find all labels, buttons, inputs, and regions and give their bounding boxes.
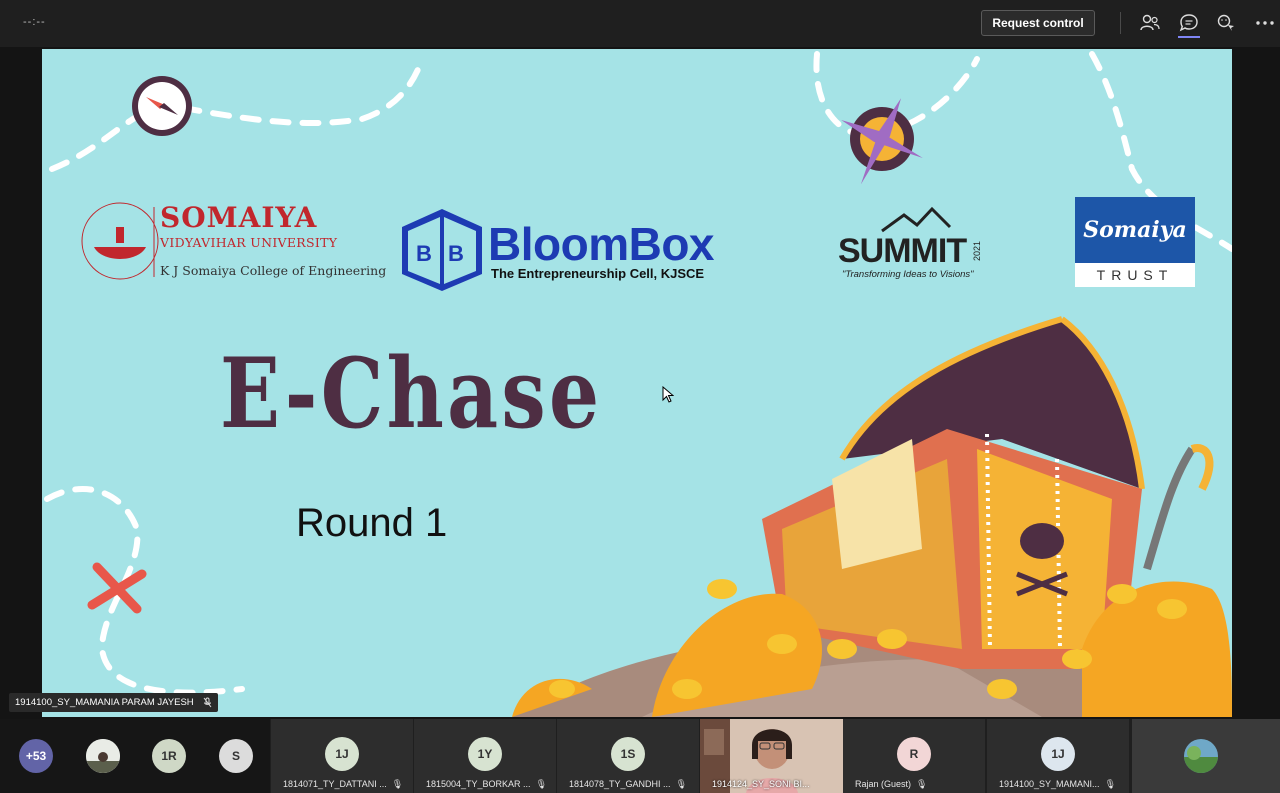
bloombox-cube-icon: B B: [402, 209, 482, 291]
reactions-icon[interactable]: [1215, 12, 1237, 34]
self-view-tile[interactable]: [1132, 719, 1280, 793]
more-options-icon[interactable]: [1254, 12, 1276, 34]
participant-name: Rajan (Guest): [855, 779, 912, 789]
participant-tile[interactable]: 1S 1814078_TY_GANDHI ... 🎙: [557, 719, 699, 793]
bloombox-subtitle: The Entrepreneurship Cell, KJSCE: [491, 266, 705, 281]
bloombox-title: BloomBox: [488, 218, 715, 270]
request-control-button[interactable]: Request control: [981, 10, 1095, 36]
participant-name: 1814071_TY_DATTANI ...: [283, 779, 387, 789]
compass-star-icon: [841, 98, 923, 185]
avatar-photo-icon: [86, 739, 120, 773]
slide-title: E-Chase: [220, 337, 603, 450]
mic-muted-icon: 🎙: [391, 779, 404, 789]
slide-subtitle: Round 1: [296, 501, 448, 545]
mic-muted-icon: 🎙: [1104, 779, 1116, 789]
participant-name: 1914124_SY_SONI BI...: [712, 779, 810, 789]
mouse-cursor-icon: [662, 386, 674, 403]
avatar: 1J: [325, 737, 359, 771]
shared-screen-stage: B B SOMAIYA VIDYAVIHAR UNIVERSITY K J So…: [0, 47, 1280, 719]
shared-slide: B B SOMAIYA VIDYAVIHAR UNIVERSITY K J So…: [42, 49, 1232, 717]
participant-tile[interactable]: R Rajan (Guest) 🎙: [843, 719, 985, 793]
participant-name: 1914100_SY_MAMANI...: [999, 779, 1100, 789]
somaiya-trust-logo: Somaiya TRUST: [1075, 197, 1195, 287]
summit-year: 2021: [972, 241, 982, 262]
presenter-name: 1914100_SY_MAMANIA PARAM JAYESH: [15, 697, 194, 708]
participant-roster: +53 1R S: [0, 719, 270, 793]
mic-muted-icon: 🎙: [675, 779, 687, 789]
somaiya-emblem-icon: [81, 202, 159, 280]
avatar: 1Y: [468, 737, 502, 771]
somaiya-college: K J Somaiya College of Engineering: [160, 263, 387, 278]
chat-icon[interactable]: [1178, 12, 1200, 34]
somaiya-university: VIDYAVIHAR UNIVERSITY: [160, 235, 338, 250]
mic-muted-icon: 🎙: [916, 779, 928, 789]
mic-muted-icon: 🎙: [535, 779, 547, 789]
avatar[interactable]: S: [219, 739, 253, 773]
participant-tile[interactable]: 1J 1814071_TY_DATTANI ... 🎙: [271, 719, 413, 793]
participant-label: 1814071_TY_DATTANI ... 🎙: [283, 779, 403, 790]
participant-tile[interactable]: 1J 1914100_SY_MAMANI... 🎙: [987, 719, 1129, 793]
avatar: R: [897, 737, 931, 771]
summit-mountain-icon: [881, 206, 952, 233]
svg-text:B: B: [448, 241, 464, 266]
more-participants-button[interactable]: +53: [19, 739, 53, 773]
trust-logo-top: Somaiya: [1075, 197, 1195, 263]
meeting-timer: --:--: [23, 16, 46, 28]
participant-strip: +53 1R S 1J 1814071_TY_DATTANI ... 🎙 1Y 1…: [0, 719, 1280, 793]
avatar: 1J: [1041, 737, 1075, 771]
chat-active-indicator: [1178, 36, 1200, 38]
presenter-name-tag: 1914100_SY_MAMANIA PARAM JAYESH: [9, 693, 218, 712]
participant-label: 1814078_TY_GANDHI ... 🎙: [569, 779, 687, 790]
participant-label: 1815004_TY_BORKAR ... 🎙: [426, 779, 547, 790]
compass-icon: [132, 76, 192, 136]
participants-icon[interactable]: [1139, 12, 1161, 34]
participant-label: 1914100_SY_MAMANI... 🎙: [999, 779, 1116, 790]
participant-name: 1815004_TY_BORKAR ...: [426, 779, 531, 789]
meeting-toolbar: --:-- Request control: [0, 0, 1280, 47]
mic-muted-icon: [203, 697, 212, 708]
avatar[interactable]: [86, 739, 120, 773]
summit-title: SUMMIT: [838, 232, 967, 270]
avatar-photo-icon: [1184, 739, 1218, 773]
avatar: 1S: [611, 737, 645, 771]
trust-logo-bottom: TRUST: [1096, 267, 1174, 283]
summit-tagline: "Transforming Ideas to Visions": [842, 269, 974, 280]
participant-name: 1814078_TY_GANDHI ...: [569, 779, 671, 789]
svg-text:B: B: [416, 241, 432, 266]
participant-video-tile[interactable]: 1914124_SY_SONI BI...: [700, 719, 843, 793]
toolbar-divider: [1120, 12, 1121, 34]
participant-label: Rajan (Guest) 🎙: [855, 779, 927, 790]
somaiya-name: SOMAIYA: [160, 201, 318, 234]
avatar[interactable]: 1R: [152, 739, 186, 773]
participant-tile[interactable]: 1Y 1815004_TY_BORKAR ... 🎙: [414, 719, 556, 793]
